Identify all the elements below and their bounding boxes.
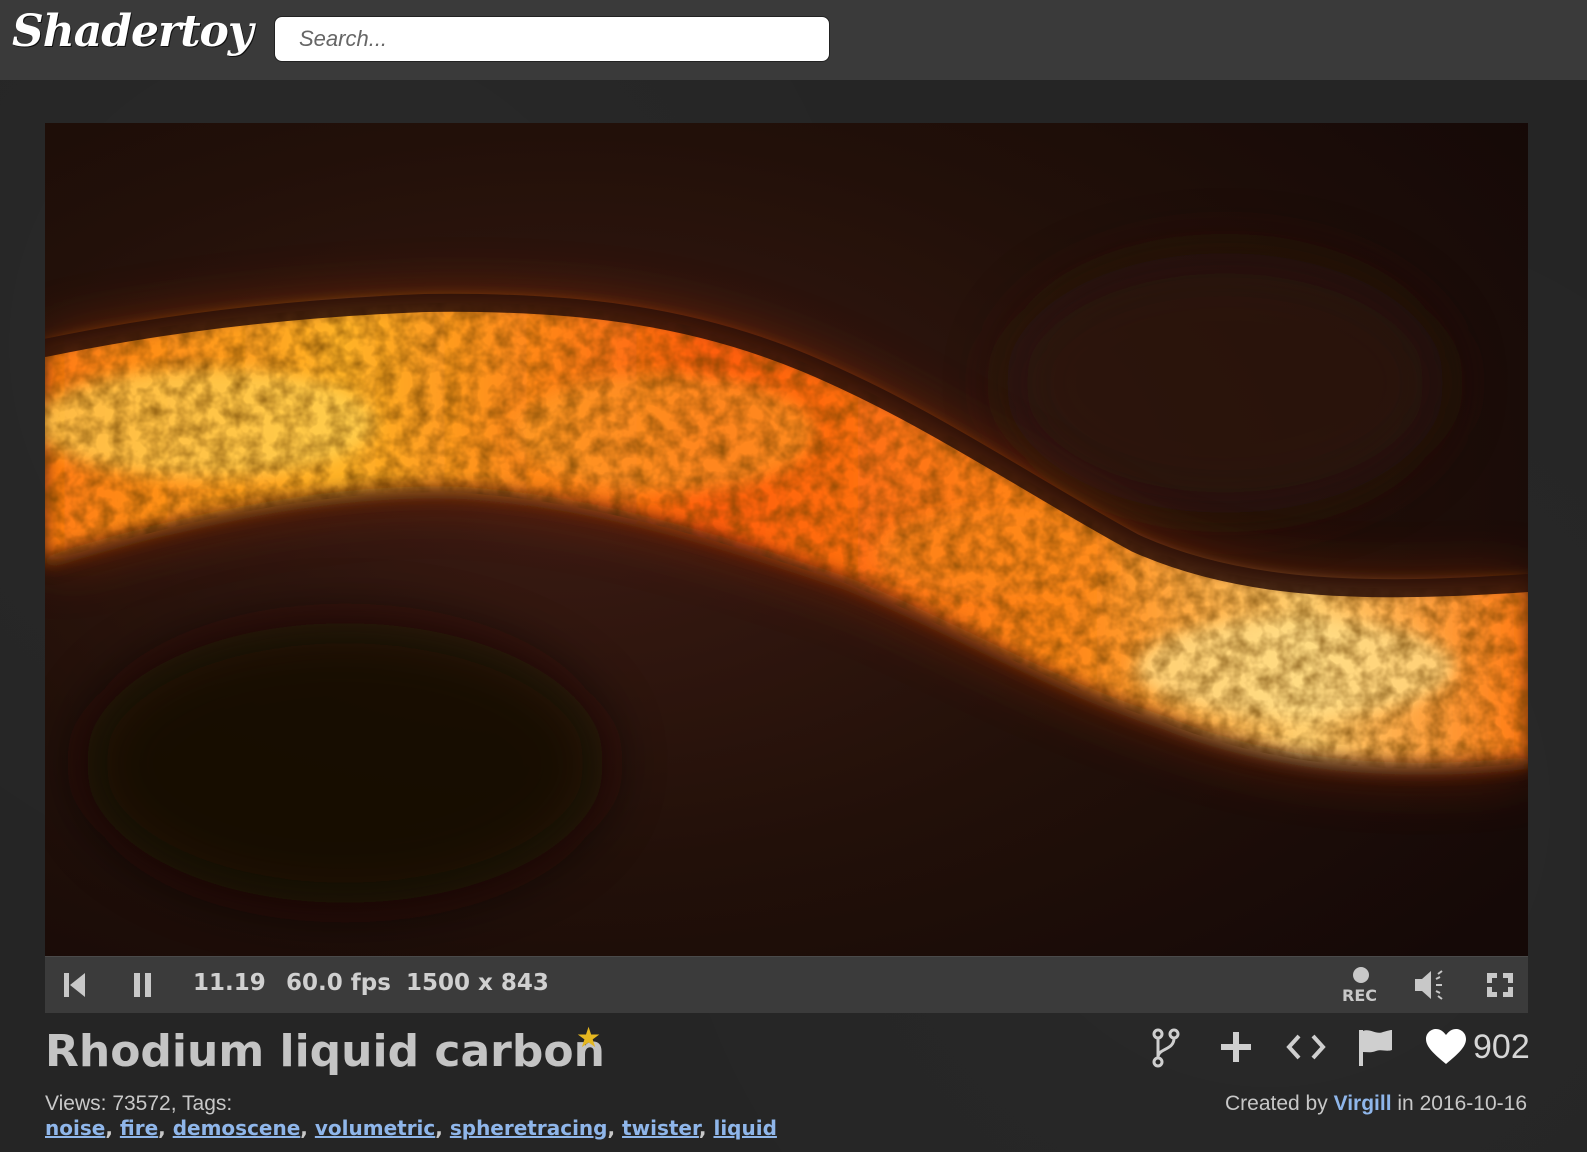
code-icon xyxy=(1286,1034,1326,1060)
plus-icon xyxy=(1221,1032,1251,1062)
views-label: Views: xyxy=(45,1092,107,1115)
favorite-star-icon[interactable]: ★ xyxy=(576,1024,601,1052)
fps-display: 60.0 fps xyxy=(286,970,391,996)
volume-icon xyxy=(1415,970,1443,1000)
fork-button[interactable] xyxy=(1150,1026,1182,1074)
skip-to-start-icon xyxy=(64,973,85,997)
flag-icon xyxy=(1359,1030,1392,1066)
search-input[interactable] xyxy=(274,16,830,62)
pause-icon xyxy=(134,973,151,997)
volume-button[interactable] xyxy=(1411,965,1451,1005)
tags-label: Tags: xyxy=(182,1092,233,1115)
author-link[interactable]: Virgill xyxy=(1334,1092,1392,1115)
like-button[interactable] xyxy=(1424,1026,1468,1074)
top-navigation-bar: Shadertoy xyxy=(0,0,1587,80)
like-count: 902 xyxy=(1473,1028,1530,1066)
pause-button[interactable] xyxy=(131,965,155,1005)
shadertoy-logo[interactable]: Shadertoy xyxy=(12,6,253,57)
tag-link[interactable]: twister xyxy=(622,1116,699,1140)
created-in-label: in xyxy=(1397,1092,1414,1115)
record-button[interactable]: REC xyxy=(1339,965,1383,1005)
tag-link[interactable]: spheretracing xyxy=(450,1116,608,1140)
tag-list: noise, fire, demoscene, volumetric, sphe… xyxy=(45,1116,777,1140)
report-button[interactable] xyxy=(1356,1026,1394,1074)
embed-button[interactable] xyxy=(1285,1026,1327,1074)
tag-link[interactable]: liquid xyxy=(713,1116,776,1140)
views-tags-line: Views: 73572, Tags: xyxy=(45,1092,233,1115)
rewind-button[interactable] xyxy=(61,965,89,1005)
time-display: 11.19 xyxy=(193,970,266,996)
shader-render-image xyxy=(45,123,1528,956)
rec-label: REC xyxy=(1342,986,1377,1005)
resolution-display: 1500 x 843 xyxy=(406,970,549,996)
shader-title: Rhodium liquid carbon xyxy=(45,1026,605,1077)
tag-link[interactable]: noise xyxy=(45,1116,105,1140)
fullscreen-button[interactable] xyxy=(1485,965,1515,1005)
views-count: 73572 xyxy=(112,1092,171,1115)
tag-link[interactable]: demoscene xyxy=(173,1116,301,1140)
shader-canvas[interactable] xyxy=(45,123,1528,956)
player-controls-bar: 11.19 60.0 fps 1500 x 843 REC xyxy=(45,956,1528,1013)
tag-link[interactable]: fire xyxy=(120,1116,158,1140)
tag-link[interactable]: volumetric xyxy=(315,1116,435,1140)
add-to-playlist-button[interactable] xyxy=(1218,1026,1254,1074)
fullscreen-icon xyxy=(1487,973,1513,997)
author-line: Created by Virgill in 2016-10-16 xyxy=(1225,1092,1527,1116)
created-date: 2016-10-16 xyxy=(1419,1092,1527,1115)
created-by-label: Created by xyxy=(1224,1092,1328,1115)
heart-icon xyxy=(1426,1029,1466,1064)
fork-icon xyxy=(1152,1028,1180,1068)
